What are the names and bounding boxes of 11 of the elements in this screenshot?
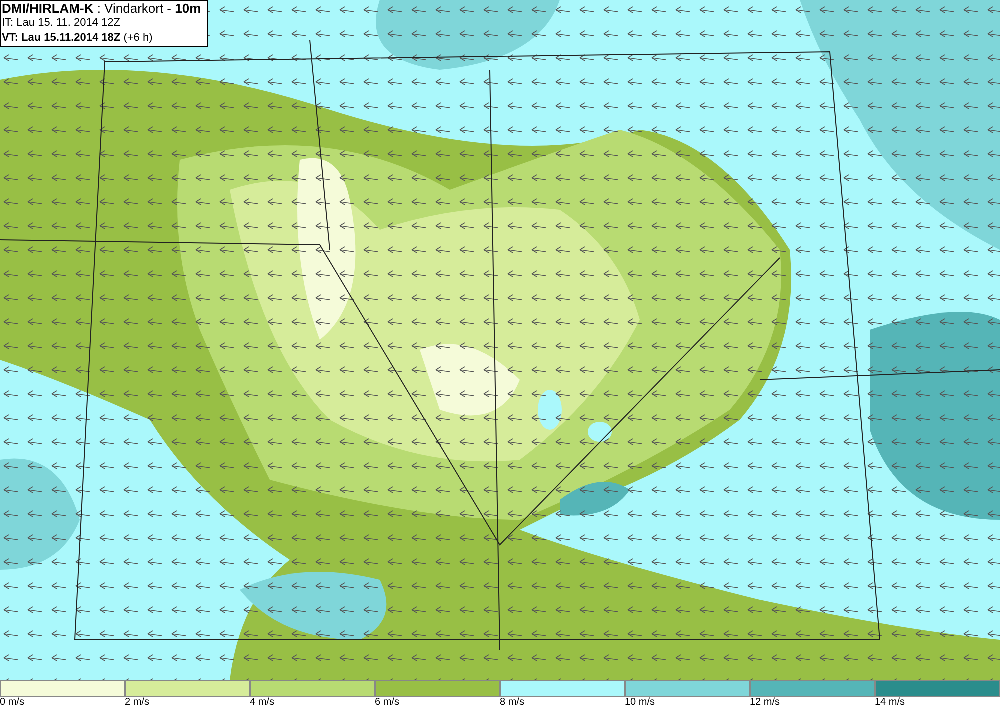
legend-label: 8 m/s xyxy=(500,697,524,709)
legend-label: 10 m/s xyxy=(625,697,656,709)
map-title: DMI/HIRLAM-K : Vindarkort - 10m xyxy=(2,1,202,16)
legend-label: 0 m/s xyxy=(0,697,24,709)
legend-label: 2 m/s xyxy=(125,697,150,709)
legend-label: 4 m/s xyxy=(250,697,274,709)
valid-time-text: VT: Lau 15.11.2014 18Z (+6 h) xyxy=(2,31,154,46)
legend-label: 14 m/s xyxy=(875,697,906,709)
legend-label: 6 m/s xyxy=(375,697,400,709)
legend-label: 12 m/s xyxy=(750,697,780,709)
initial-time-text: IT: Lau 15. 11. 2014 12Z xyxy=(2,16,122,31)
